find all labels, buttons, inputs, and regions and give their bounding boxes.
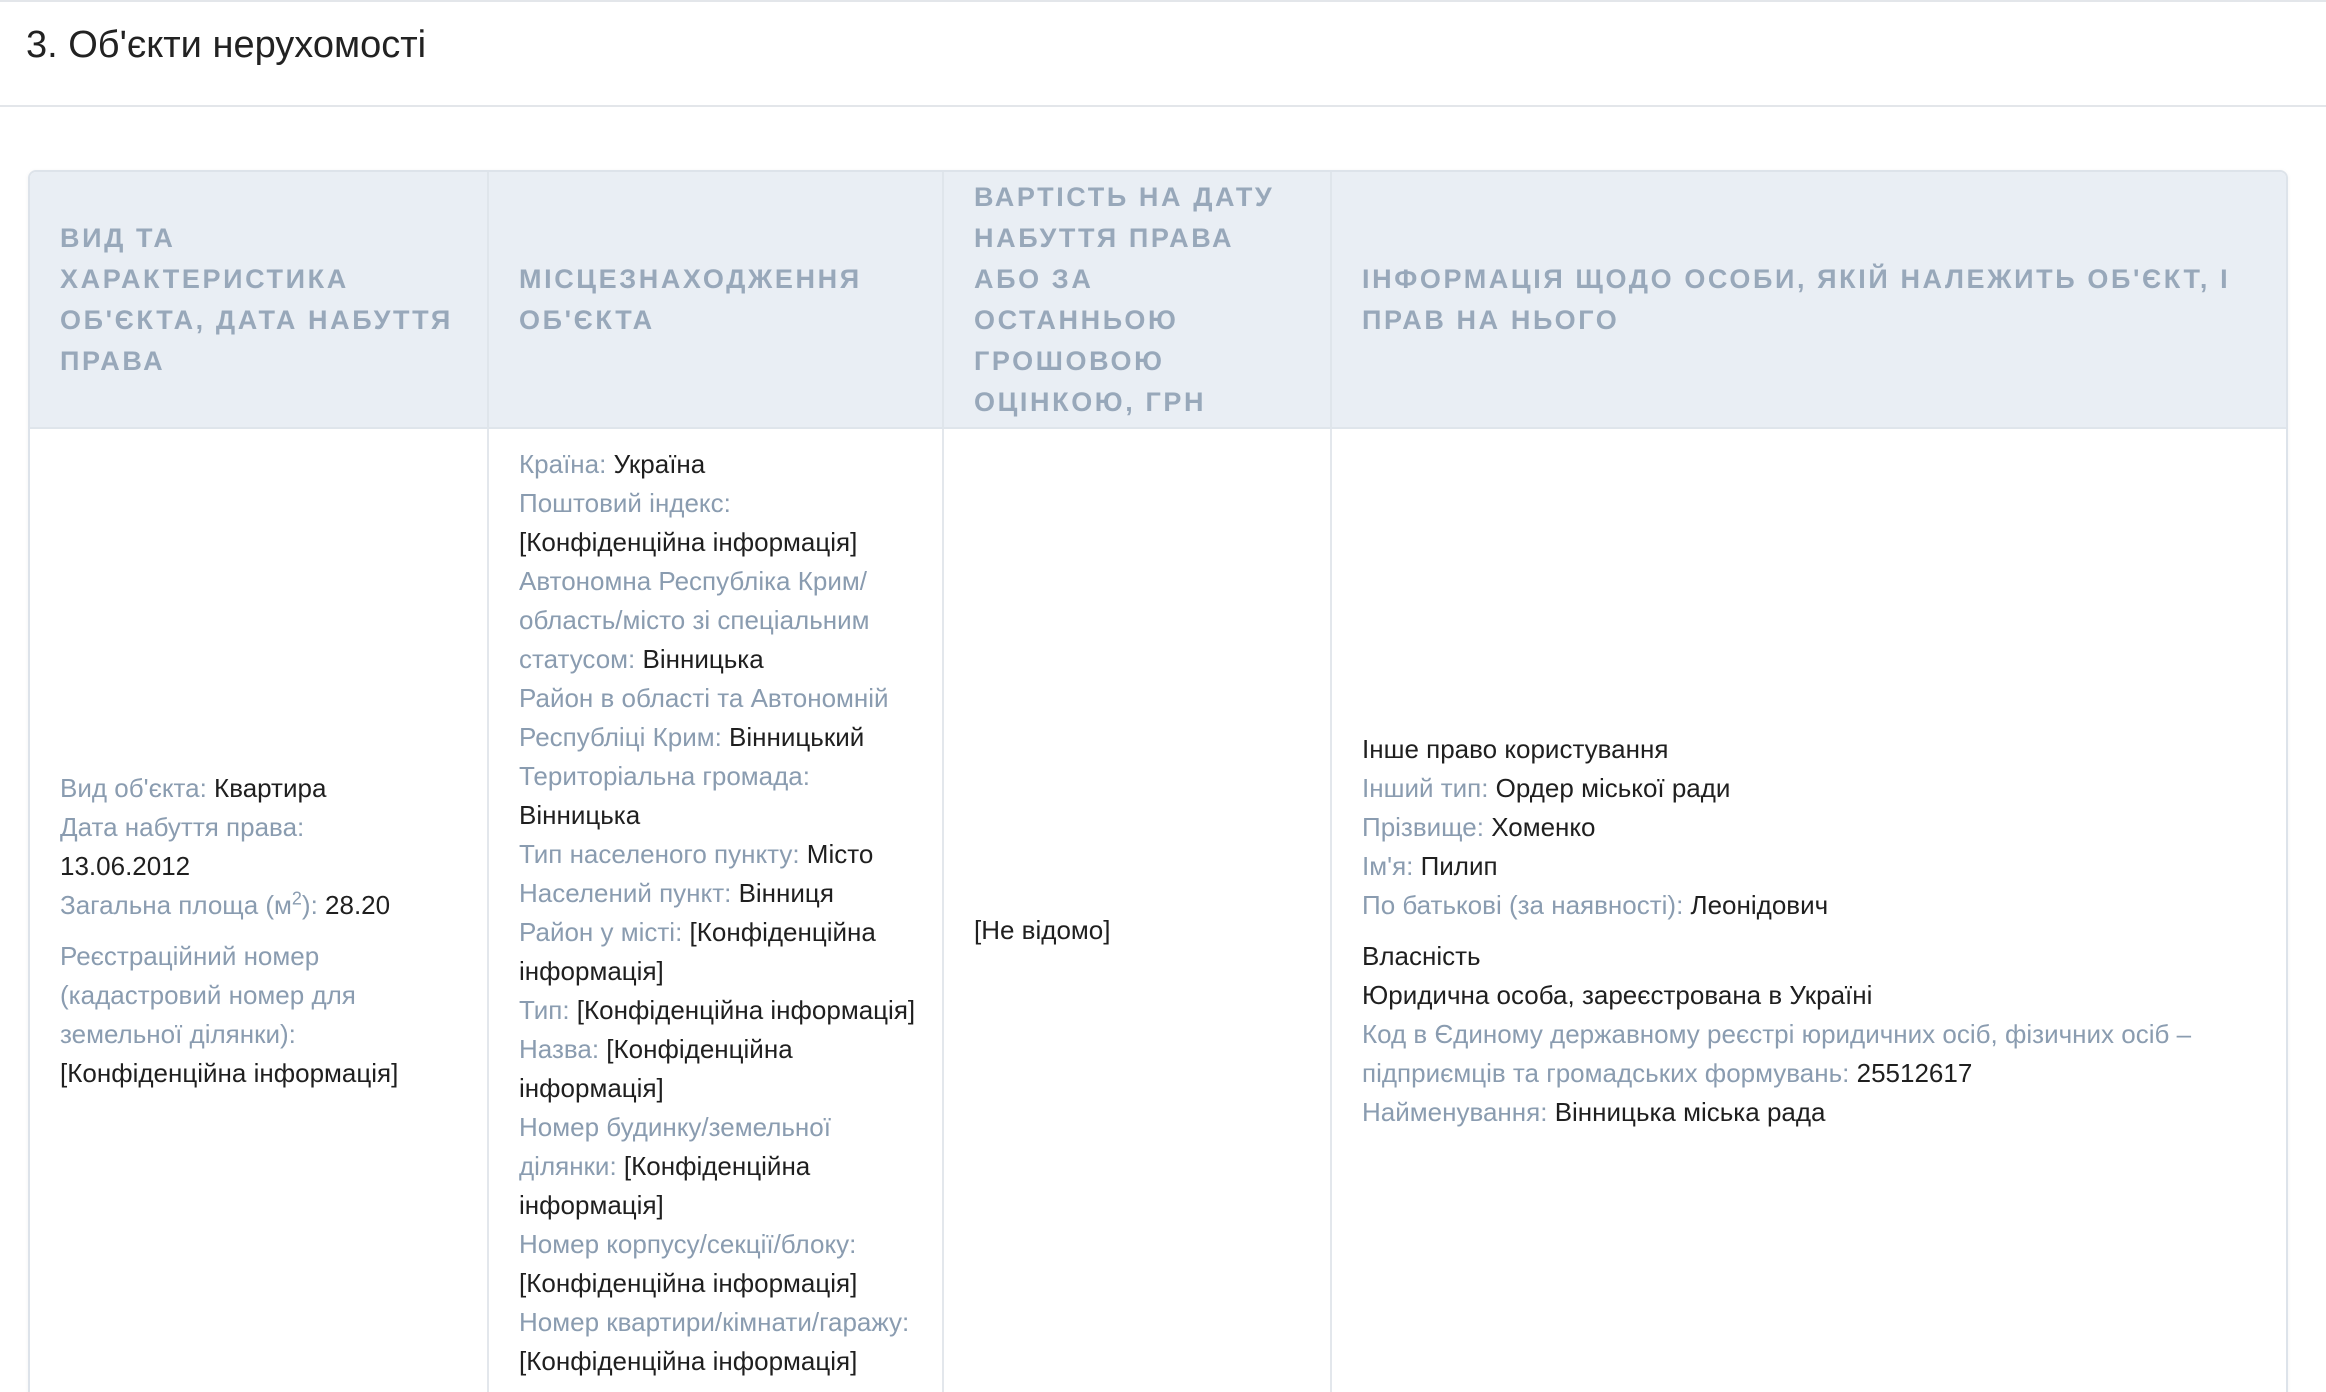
cell-location: Країна: Україна Поштовий індекс: [Конфід… <box>488 428 944 1392</box>
table-header-row: ВИД ТА ХАРАКТЕРИСТИКА ОБ'ЄКТА, ДАТА НАБУ… <box>30 172 2286 429</box>
postal-line: Поштовий індекс: [Конфіденційна інформац… <box>519 484 922 562</box>
table-row: Вид об'єкта: Квартира Дата набуття права… <box>30 428 2286 1392</box>
acquisition-date-label: Дата набуття права: <box>60 811 305 842</box>
postal-label: Поштовий індекс: <box>519 488 731 518</box>
street-name-line: Назва: [Конфіденційна інформація] <box>519 1030 922 1108</box>
street-type-line: Тип: [Конфіденційна інформація] <box>519 991 922 1030</box>
community-value: Вінницька <box>519 800 641 830</box>
real-estate-table: ВИД ТА ХАРАКТЕРИСТИКА ОБ'ЄКТА, ДАТА НАБУ… <box>30 172 2286 1392</box>
registry-code-line: Код в Єдиному державному реєстрі юридичн… <box>1362 1015 2266 1093</box>
registration-number-label: Реєстраційний номер (кадастровий номер д… <box>60 940 356 1049</box>
block-value: [Конфіденційна інформація] <box>519 1268 858 1298</box>
region-value: Вінницька <box>642 644 764 674</box>
ownership-type: Власність <box>1362 940 1481 971</box>
real-estate-table-container: ВИД ТА ХАРАКТЕРИСТИКА ОБ'ЄКТА, ДАТА НАБУ… <box>28 170 2288 1392</box>
block-label: Номер корпусу/секції/блоку: <box>519 1229 857 1259</box>
community-label: Територіальна громада: <box>519 761 810 791</box>
cell-object-type: Вид об'єкта: Квартира Дата набуття права… <box>30 428 489 1392</box>
right-type: Інше право користування <box>1362 733 1669 764</box>
city-district-label: Район у місті: <box>519 917 690 947</box>
object-type-line: Вид об'єкта: Квартира <box>60 769 467 808</box>
other-type-value: Ордер міської ради <box>1495 772 1731 803</box>
entity-type: Юридична особа, зареєстрована в Україні <box>1362 979 1873 1010</box>
district-value: Вінницький <box>729 722 865 752</box>
first-name-label: Ім'я: <box>1362 850 1421 881</box>
city-district-line: Район у місті: [Конфіденційна інформація… <box>519 913 922 991</box>
header-owner-info: ІНФОРМАЦІЯ ЩОДО ОСОБИ, ЯКІЙ НАЛЕЖИТЬ ОБ'… <box>1331 172 2286 429</box>
object-type-label: Вид об'єкта: <box>60 772 215 803</box>
registry-code-value: 25512617 <box>1856 1057 1973 1088</box>
postal-value: [Конфіденційна інформація] <box>519 527 858 557</box>
cell-cost: [Не відомо] <box>943 428 1332 1392</box>
street-type-label: Тип: <box>519 995 577 1025</box>
entity-name-line: Найменування: Вінницька міська рада <box>1362 1093 2266 1132</box>
settlement-label: Населений пункт: <box>519 878 739 908</box>
declaration-page: 3. Об'єкти нерухомості ВИД ТА ХАРАКТЕРИС… <box>0 0 2326 1392</box>
object-type-value: Квартира <box>214 772 327 803</box>
first-name-line: Ім'я: Пилип <box>1362 847 2266 886</box>
region-line: Автономна Республіка Крим/ область/місто… <box>519 562 922 679</box>
patronymic-label: По батькові (за наявності): <box>1362 889 1691 920</box>
header-object-type: ВИД ТА ХАРАКТЕРИСТИКА ОБ'ЄКТА, ДАТА НАБУ… <box>30 172 489 429</box>
area-value: 28.20 <box>325 889 391 920</box>
other-type-label: Інший тип: <box>1362 772 1496 803</box>
area-line: Загальна площа (м2): 28.20 <box>60 886 467 925</box>
cell-owner-info: Інше право користування Інший тип: Ордер… <box>1331 428 2286 1392</box>
acquisition-date-value: 13.06.2012 <box>60 850 191 881</box>
area-label-post: ): <box>301 889 326 920</box>
entity-name-value: Вінницька міська рада <box>1554 1096 1826 1127</box>
apartment-value: [Конфіденційна інформація] <box>519 1346 858 1376</box>
entity-name-label: Найменування: <box>1362 1096 1555 1127</box>
area-label-pre: Загальна площа (м <box>60 889 292 920</box>
street-name-label: Назва: <box>519 1034 607 1064</box>
settlement-line: Населений пункт: Вінниця <box>519 874 922 913</box>
header-location: МІСЦЕЗНАХОДЖЕННЯ ОБ'ЄКТА <box>488 172 944 429</box>
section-title: 3. Об'єкти нерухомості <box>26 24 427 66</box>
area-unit-superscript: 2 <box>291 887 302 908</box>
patronymic-line: По батькові (за наявності): Леонідович <box>1362 886 2266 925</box>
country-line: Країна: Україна <box>519 445 922 484</box>
street-type-value: [Конфіденційна інформація] <box>576 995 916 1025</box>
header-cost: ВАРТІСТЬ НА ДАТУ НАБУТТЯ ПРАВА АБО ЗА ОС… <box>943 172 1332 429</box>
section-header: 3. Об'єкти нерухомості <box>0 0 2326 107</box>
settlement-type-value: Місто <box>806 839 874 869</box>
other-type-line: Інший тип: Ордер міської ради <box>1362 769 2266 808</box>
registration-number-value: [Конфіденційна інформація] <box>60 1057 399 1088</box>
apartment-label: Номер квартири/кімнати/гаражу: <box>519 1307 910 1337</box>
settlement-type-label: Тип населеного пункту: <box>519 839 807 869</box>
district-line: Район в області та Автономній Республіці… <box>519 679 922 757</box>
house-line: Номер будинку/земельної ділянки: [Конфід… <box>519 1108 922 1225</box>
surname-label: Прізвище: <box>1362 811 1492 842</box>
country-value: Україна <box>613 449 706 479</box>
settlement-value: Вінниця <box>738 878 834 908</box>
cost-value: [Не відомо] <box>974 915 1111 945</box>
country-label: Країна: <box>519 449 614 479</box>
surname-value: Хоменко <box>1491 811 1596 842</box>
surname-line: Прізвище: Хоменко <box>1362 808 2266 847</box>
first-name-value: Пилип <box>1420 850 1498 881</box>
settlement-type-line: Тип населеного пункту: Місто <box>519 835 922 874</box>
patronymic-value: Леонідович <box>1690 889 1829 920</box>
registry-code-label: Код в Єдиному державному реєстрі юридичн… <box>1362 1018 2192 1088</box>
